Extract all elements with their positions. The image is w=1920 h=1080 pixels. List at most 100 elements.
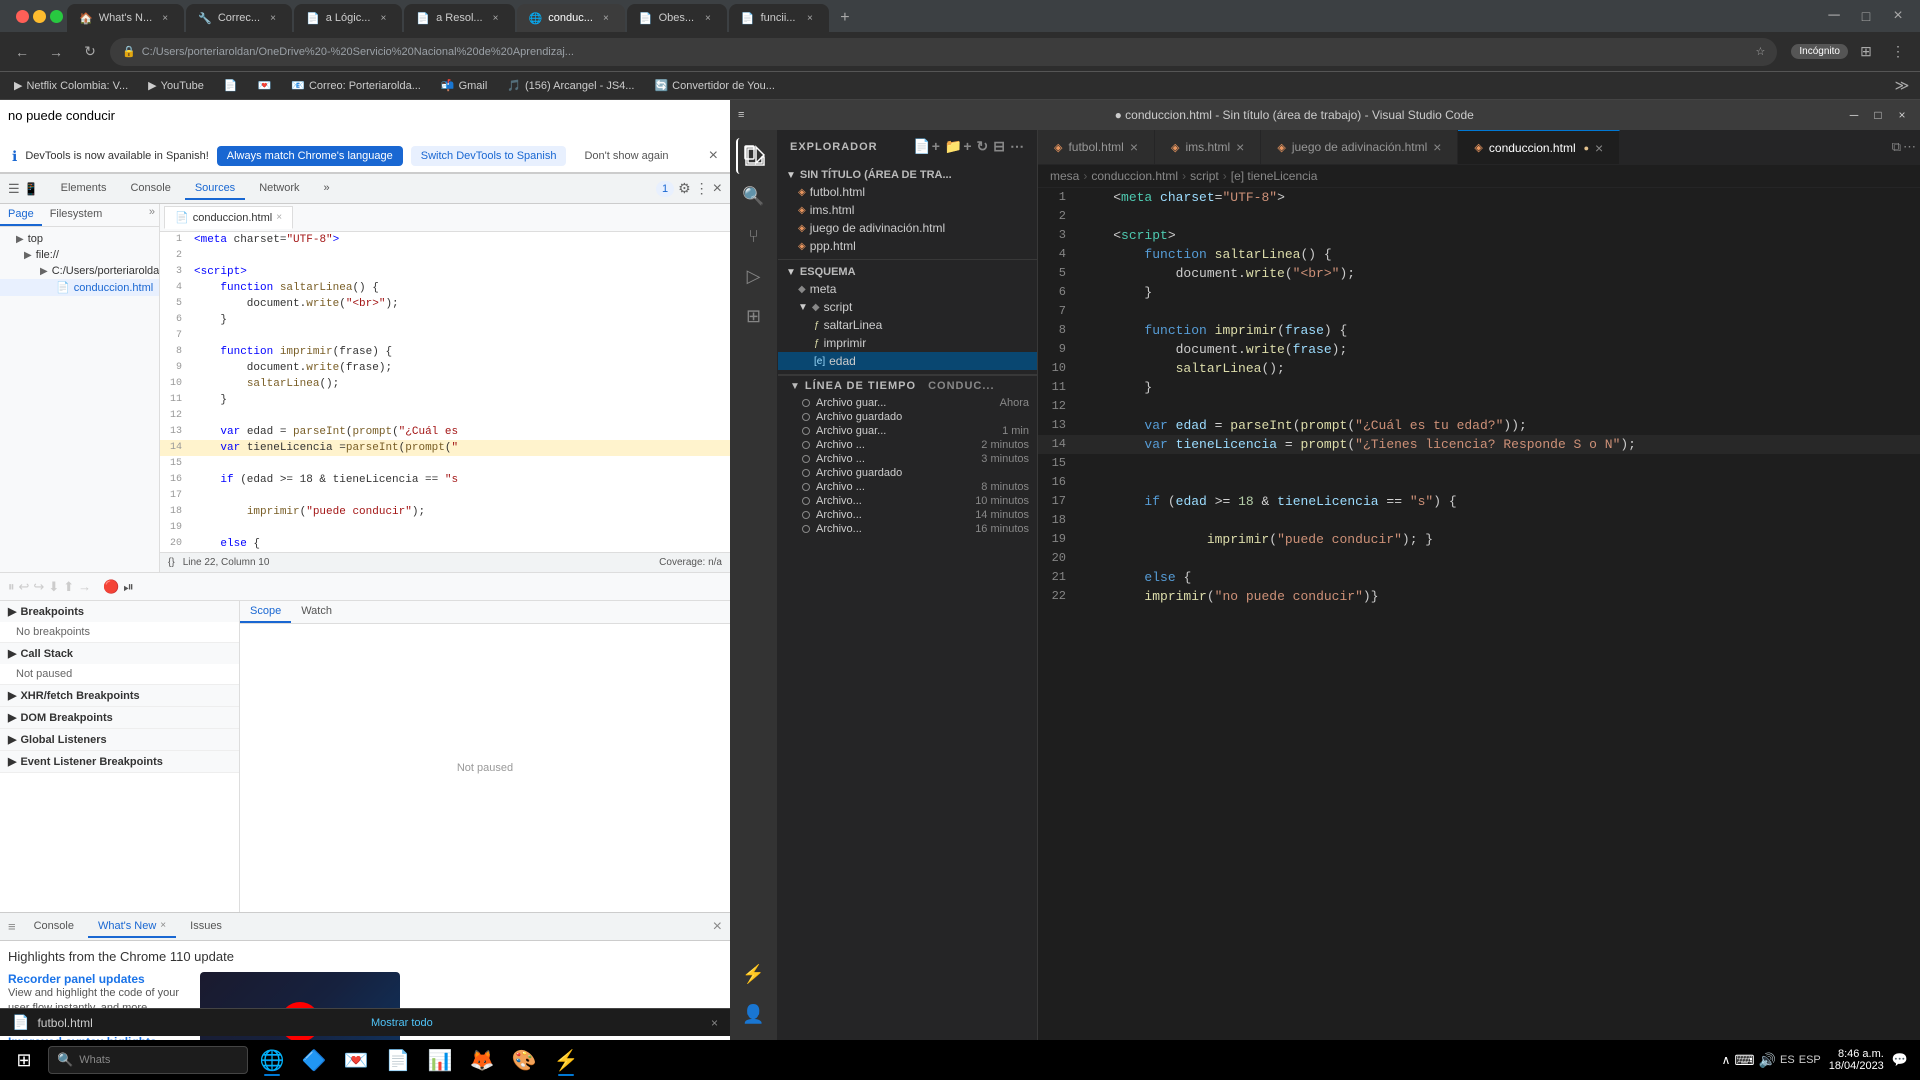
bookmark-arcangel[interactable]: 🎵 (156) Arcangel - JS4... <box>501 77 640 94</box>
chrome-tab[interactable]: 📄 funcii... × <box>729 4 829 32</box>
keyboard-icon[interactable]: ⌨ <box>1734 1052 1754 1069</box>
new-tab-button[interactable]: + <box>831 4 859 32</box>
tree-item-top[interactable]: ▶ top <box>0 231 159 247</box>
tab-close-icon[interactable]: × <box>158 11 172 25</box>
refresh-button[interactable]: ↻ <box>76 38 104 66</box>
show-all-button[interactable]: Mostrar todo <box>371 1017 433 1029</box>
devtools-tab-network[interactable]: Network <box>249 178 309 200</box>
activity-remote-icon[interactable]: ⚡ <box>736 956 772 992</box>
breadcrumb-part[interactable]: script <box>1190 169 1219 183</box>
console-tab-issues[interactable]: Issues <box>180 916 232 938</box>
vscode-tab-futbol[interactable]: ◈ futbol.html × <box>1038 130 1155 165</box>
more-icon[interactable]: ⋯ <box>1010 138 1025 155</box>
xhr-header[interactable]: ▶ XHR/fetch Breakpoints <box>0 685 239 706</box>
bookmark-converter[interactable]: 🔄 Convertidor de You... <box>648 77 780 94</box>
tree-item-juego[interactable]: ◈ juego de adivinación.html <box>778 219 1037 237</box>
event-header[interactable]: ▶ Event Listener Breakpoints <box>0 751 239 772</box>
tree-item-futbol[interactable]: ◈ futbol.html <box>778 183 1037 201</box>
minimize-window-button[interactable]: ─ <box>1820 2 1848 30</box>
devtools-tab-console[interactable]: Console <box>120 178 180 200</box>
vscode-close-icon[interactable]: × <box>1892 108 1912 122</box>
bookmark-item[interactable]: 💌 <box>252 77 278 94</box>
timeline-item[interactable]: Archivo guardado <box>778 466 1037 480</box>
step-out-button[interactable]: ⬇ <box>48 579 59 595</box>
restore-window-button[interactable]: □ <box>1852 2 1880 30</box>
chrome-tab-active[interactable]: 🌐 conduc... × <box>517 4 625 32</box>
devtools-tab-elements[interactable]: Elements <box>51 178 117 200</box>
tab-close-icon[interactable]: × <box>1236 139 1244 155</box>
activity-explorer-icon[interactable] <box>736 138 772 174</box>
vscode-minimize-icon[interactable]: ─ <box>1844 108 1864 122</box>
tree-schema-saltar[interactable]: ƒ saltarLinea <box>778 316 1037 334</box>
taskbar-app-word[interactable]: 📄 <box>378 1042 418 1078</box>
breadcrumb-part[interactable]: conduccion.html <box>1091 169 1178 183</box>
new-file-icon[interactable]: 📄+ <box>913 138 941 155</box>
tree-schema-meta[interactable]: ◆ meta <box>778 280 1037 298</box>
chrome-tab[interactable]: 🔧 Correc... × <box>186 4 292 32</box>
tree-workspace[interactable]: ▼ SIN TÍTULO (ÁREA DE TRA... <box>778 167 1037 183</box>
match-language-button[interactable]: Always match Chrome's language <box>217 146 403 166</box>
activity-debug-icon[interactable]: ▷ <box>736 258 772 294</box>
sources-more-icon[interactable]: » <box>145 204 159 226</box>
tree-item-path[interactable]: ▶ C:/Users/porteriaroldan/OneDri... <box>0 263 159 279</box>
tree-item-file[interactable]: ▶ file:// <box>0 247 159 263</box>
devtools-dots-icon[interactable]: ⋮ <box>695 180 709 197</box>
tab-close-icon[interactable]: × <box>489 11 503 25</box>
console-tab-console[interactable]: Console <box>24 916 84 938</box>
editor-tab-conduccion[interactable]: 📄 conduccion.html × <box>164 206 293 229</box>
breadcrumb-part[interactable]: mesa <box>1050 169 1079 183</box>
global-header[interactable]: ▶ Global Listeners <box>0 729 239 750</box>
tree-item-ppp[interactable]: ◈ ppp.html <box>778 237 1037 255</box>
tree-schema-edad[interactable]: [e] edad <box>778 352 1037 370</box>
taskbar-app-vscode[interactable]: ⚡ <box>546 1042 586 1078</box>
recorder-title[interactable]: Recorder panel updates <box>8 972 188 986</box>
console-tab-whatsnew[interactable]: What's New × <box>88 916 176 938</box>
taskbar-app-firefox[interactable]: 🦊 <box>462 1042 502 1078</box>
tab-close-icon[interactable]: × <box>1433 139 1441 155</box>
tab-close-icon[interactable]: × <box>1130 139 1138 155</box>
pause-button[interactable]: ⏸ <box>8 579 15 595</box>
chrome-tab[interactable]: 🏠 What's N... × <box>67 4 184 32</box>
notification-center-icon[interactable]: 💬 <box>1892 1052 1908 1068</box>
taskbar-app-corel[interactable]: 🎨 <box>504 1042 544 1078</box>
bookmark-correo[interactable]: 📧 Correo: Porteriarolda... <box>285 77 427 94</box>
more-bookmarks-button[interactable]: ≫ <box>1892 76 1912 96</box>
tab-close-icon[interactable]: × <box>266 11 280 25</box>
vscode-code-editor[interactable]: 1 <meta charset="UTF-8"> 2 3 <script> <box>1038 188 1920 1058</box>
step-over-button[interactable]: ↩ <box>19 579 30 595</box>
activity-account-icon[interactable]: 👤 <box>736 996 772 1032</box>
tree-schema-script[interactable]: ▼ ◆ script <box>778 298 1037 316</box>
tab-close-icon[interactable]: × <box>803 11 817 25</box>
timeline-item[interactable]: Archivo ... 2 minutos <box>778 438 1037 452</box>
timeline-item[interactable]: Archivo guardado <box>778 410 1037 424</box>
tab-close-icon[interactable]: × <box>599 11 613 25</box>
chrome-tab[interactable]: 📄 a Lógic... × <box>294 4 402 32</box>
tree-item-file-active[interactable]: 📄 conduccion.html <box>0 279 159 296</box>
sources-code-editor[interactable]: 1 <meta charset="UTF-8"> 2 3 <script> <box>160 232 730 552</box>
star-icon[interactable]: ☆ <box>1756 45 1766 58</box>
more-actions-icon[interactable]: ⋯ <box>1903 139 1916 155</box>
back-button[interactable]: ← <box>8 38 36 66</box>
taskbar-app-excel[interactable]: 📊 <box>420 1042 460 1078</box>
bookmark-netflix[interactable]: ▶ Netflix Colombia: V... <box>8 77 134 94</box>
close-button[interactable] <box>16 10 29 23</box>
breakpoints-header[interactable]: ▶ Breakpoints <box>0 601 239 622</box>
sources-tab-filesystem[interactable]: Filesystem <box>42 204 111 226</box>
tree-item-ims[interactable]: ◈ ims.html <box>778 201 1037 219</box>
scope-tab[interactable]: Scope <box>240 601 291 623</box>
vscode-menu-icon[interactable]: ≡ <box>738 109 744 121</box>
timeline-item[interactable]: Archivo ... 8 minutos <box>778 480 1037 494</box>
vscode-maximize-icon[interactable]: □ <box>1868 108 1888 122</box>
timeline-item[interactable]: Archivo ... 3 minutos <box>778 452 1037 466</box>
bookmark-item[interactable]: 📄 <box>218 77 244 94</box>
bookmark-youtube[interactable]: ▶ YouTube <box>142 77 210 94</box>
new-folder-icon[interactable]: 📁+ <box>945 138 973 155</box>
taskbar-app-outlook[interactable]: 💌 <box>336 1042 376 1078</box>
vscode-tab-conduccion[interactable]: ◈ conduccion.html ● × <box>1458 130 1620 165</box>
speaker-icon[interactable]: 🔊 <box>1759 1052 1776 1069</box>
step-into-button[interactable]: ↪ <box>33 579 44 595</box>
maximize-button[interactable] <box>50 10 63 23</box>
dom-header[interactable]: ▶ DOM Breakpoints <box>0 707 239 728</box>
taskbar-search[interactable]: 🔍 Whats <box>48 1046 248 1074</box>
devtools-close-icon[interactable]: × <box>713 180 722 198</box>
